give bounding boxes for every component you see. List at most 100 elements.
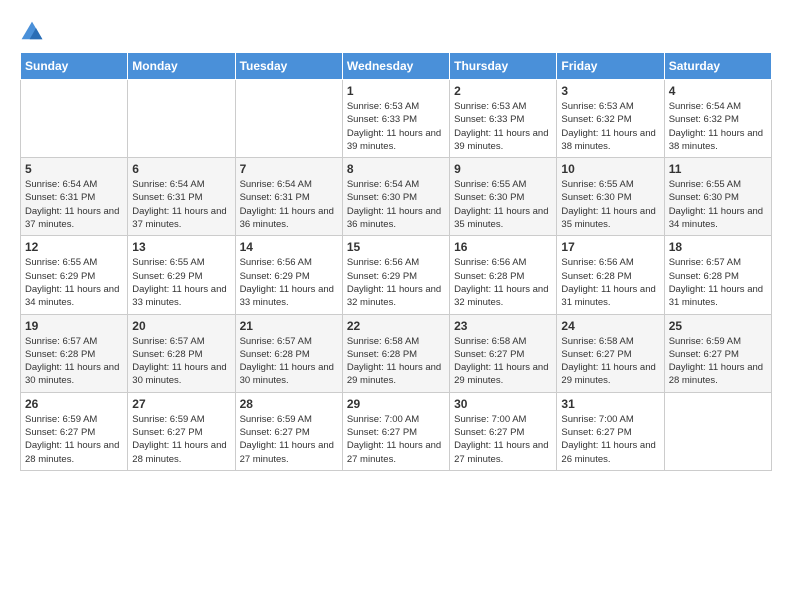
calendar-cell: 28 Sunrise: 6:59 AM Sunset: 6:27 PM Dayli…: [235, 392, 342, 470]
calendar-cell: 30 Sunrise: 7:00 AM Sunset: 6:27 PM Dayli…: [450, 392, 557, 470]
weekday-header-wednesday: Wednesday: [342, 53, 449, 80]
calendar-week-1: 5Sunrise: 6:54 AM Sunset: 6:31 PM Daylig…: [21, 158, 772, 236]
day-info: Sunrise: 6:57 AM Sunset: 6:28 PM Dayligh…: [240, 335, 338, 388]
day-info: Sunrise: 6:54 AM Sunset: 6:31 PM Dayligh…: [240, 178, 338, 231]
day-number: 24: [561, 319, 659, 333]
day-info: Sunrise: 6:58 AM Sunset: 6:28 PM Dayligh…: [347, 335, 445, 388]
weekday-header-thursday: Thursday: [450, 53, 557, 80]
day-number: 17: [561, 240, 659, 254]
calendar-cell: 17 Sunrise: 6:56 AM Sunset: 6:28 PM Dayli…: [557, 236, 664, 314]
day-number: 7: [240, 162, 338, 176]
calendar-cell: 16Sunrise: 6:56 AM Sunset: 6:28 PM Dayli…: [450, 236, 557, 314]
day-info: Sunrise: 6:56 AM Sunset: 6:29 PM Dayligh…: [240, 256, 338, 309]
day-number: 14: [240, 240, 338, 254]
day-number: 6: [132, 162, 230, 176]
weekday-header-row: SundayMondayTuesdayWednesdayThursdayFrid…: [21, 53, 772, 80]
calendar-cell: 22 Sunrise: 6:58 AM Sunset: 6:28 PM Dayli…: [342, 314, 449, 392]
calendar-cell: 31 Sunrise: 7:00 AM Sunset: 6:27 PM Dayli…: [557, 392, 664, 470]
calendar-cell: 5Sunrise: 6:54 AM Sunset: 6:31 PM Daylig…: [21, 158, 128, 236]
calendar-cell: 18Sunrise: 6:57 AM Sunset: 6:28 PM Dayli…: [664, 236, 771, 314]
calendar-week-0: 1 Sunrise: 6:53 AM Sunset: 6:33 PM Daylig…: [21, 80, 772, 158]
day-info: Sunrise: 6:56 AM Sunset: 6:28 PM Dayligh…: [561, 256, 659, 309]
calendar-cell: 25 Sunrise: 6:59 AM Sunset: 6:27 PM Dayli…: [664, 314, 771, 392]
day-info: Sunrise: 6:53 AM Sunset: 6:33 PM Dayligh…: [347, 100, 445, 153]
calendar-cell: 2Sunrise: 6:53 AM Sunset: 6:33 PM Daylig…: [450, 80, 557, 158]
calendar-cell: 14 Sunrise: 6:56 AM Sunset: 6:29 PM Dayli…: [235, 236, 342, 314]
calendar-cell: [128, 80, 235, 158]
day-info: Sunrise: 6:54 AM Sunset: 6:31 PM Dayligh…: [25, 178, 123, 231]
calendar-cell: 6 Sunrise: 6:54 AM Sunset: 6:31 PM Daylig…: [128, 158, 235, 236]
calendar-cell: 9 Sunrise: 6:55 AM Sunset: 6:30 PM Daylig…: [450, 158, 557, 236]
day-number: 9: [454, 162, 552, 176]
calendar-cell: 7 Sunrise: 6:54 AM Sunset: 6:31 PM Daylig…: [235, 158, 342, 236]
calendar-cell: [21, 80, 128, 158]
day-info: Sunrise: 6:58 AM Sunset: 6:27 PM Dayligh…: [561, 335, 659, 388]
day-number: 25: [669, 319, 767, 333]
day-info: Sunrise: 6:55 AM Sunset: 6:30 PM Dayligh…: [561, 178, 659, 231]
day-number: 4: [669, 84, 767, 98]
day-number: 2: [454, 84, 552, 98]
day-number: 30: [454, 397, 552, 411]
calendar-cell: 24 Sunrise: 6:58 AM Sunset: 6:27 PM Dayli…: [557, 314, 664, 392]
calendar-cell: 29 Sunrise: 7:00 AM Sunset: 6:27 PM Dayli…: [342, 392, 449, 470]
logo-icon: [20, 20, 44, 44]
day-info: Sunrise: 6:59 AM Sunset: 6:27 PM Dayligh…: [240, 413, 338, 466]
calendar-cell: 13 Sunrise: 6:55 AM Sunset: 6:29 PM Dayli…: [128, 236, 235, 314]
calendar-cell: 11 Sunrise: 6:55 AM Sunset: 6:30 PM Dayli…: [664, 158, 771, 236]
day-number: 26: [25, 397, 123, 411]
calendar-cell: 1 Sunrise: 6:53 AM Sunset: 6:33 PM Daylig…: [342, 80, 449, 158]
day-number: 15: [347, 240, 445, 254]
day-number: 27: [132, 397, 230, 411]
day-info: Sunrise: 6:54 AM Sunset: 6:32 PM Dayligh…: [669, 100, 767, 153]
calendar-week-3: 19Sunrise: 6:57 AM Sunset: 6:28 PM Dayli…: [21, 314, 772, 392]
day-number: 20: [132, 319, 230, 333]
day-info: Sunrise: 7:00 AM Sunset: 6:27 PM Dayligh…: [454, 413, 552, 466]
calendar-cell: 20 Sunrise: 6:57 AM Sunset: 6:28 PM Dayli…: [128, 314, 235, 392]
day-number: 31: [561, 397, 659, 411]
day-number: 11: [669, 162, 767, 176]
day-number: 16: [454, 240, 552, 254]
day-number: 28: [240, 397, 338, 411]
calendar-cell: 4 Sunrise: 6:54 AM Sunset: 6:32 PM Daylig…: [664, 80, 771, 158]
day-info: Sunrise: 6:53 AM Sunset: 6:32 PM Dayligh…: [561, 100, 659, 153]
day-info: Sunrise: 6:54 AM Sunset: 6:31 PM Dayligh…: [132, 178, 230, 231]
weekday-header-tuesday: Tuesday: [235, 53, 342, 80]
day-info: Sunrise: 6:59 AM Sunset: 6:27 PM Dayligh…: [669, 335, 767, 388]
page-header: [20, 20, 772, 44]
calendar-table: SundayMondayTuesdayWednesdayThursdayFrid…: [20, 52, 772, 471]
day-info: Sunrise: 6:59 AM Sunset: 6:27 PM Dayligh…: [25, 413, 123, 466]
calendar-week-2: 12Sunrise: 6:55 AM Sunset: 6:29 PM Dayli…: [21, 236, 772, 314]
day-number: 1: [347, 84, 445, 98]
calendar-week-4: 26 Sunrise: 6:59 AM Sunset: 6:27 PM Dayli…: [21, 392, 772, 470]
calendar-cell: 23Sunrise: 6:58 AM Sunset: 6:27 PM Dayli…: [450, 314, 557, 392]
day-info: Sunrise: 7:00 AM Sunset: 6:27 PM Dayligh…: [347, 413, 445, 466]
calendar-cell: [235, 80, 342, 158]
calendar-body: 1 Sunrise: 6:53 AM Sunset: 6:33 PM Daylig…: [21, 80, 772, 471]
logo: [20, 20, 48, 44]
day-number: 29: [347, 397, 445, 411]
day-number: 21: [240, 319, 338, 333]
weekday-header-monday: Monday: [128, 53, 235, 80]
day-number: 3: [561, 84, 659, 98]
day-info: Sunrise: 6:55 AM Sunset: 6:29 PM Dayligh…: [25, 256, 123, 309]
day-number: 10: [561, 162, 659, 176]
calendar-cell: [664, 392, 771, 470]
weekday-header-saturday: Saturday: [664, 53, 771, 80]
day-info: Sunrise: 6:55 AM Sunset: 6:29 PM Dayligh…: [132, 256, 230, 309]
calendar-cell: 26 Sunrise: 6:59 AM Sunset: 6:27 PM Dayli…: [21, 392, 128, 470]
calendar-cell: 3 Sunrise: 6:53 AM Sunset: 6:32 PM Daylig…: [557, 80, 664, 158]
day-info: Sunrise: 6:55 AM Sunset: 6:30 PM Dayligh…: [669, 178, 767, 231]
day-number: 22: [347, 319, 445, 333]
day-info: Sunrise: 6:57 AM Sunset: 6:28 PM Dayligh…: [132, 335, 230, 388]
day-number: 23: [454, 319, 552, 333]
day-info: Sunrise: 7:00 AM Sunset: 6:27 PM Dayligh…: [561, 413, 659, 466]
day-number: 13: [132, 240, 230, 254]
calendar-cell: 15Sunrise: 6:56 AM Sunset: 6:29 PM Dayli…: [342, 236, 449, 314]
day-info: Sunrise: 6:55 AM Sunset: 6:30 PM Dayligh…: [454, 178, 552, 231]
day-info: Sunrise: 6:59 AM Sunset: 6:27 PM Dayligh…: [132, 413, 230, 466]
calendar-cell: 8Sunrise: 6:54 AM Sunset: 6:30 PM Daylig…: [342, 158, 449, 236]
calendar-header: SundayMondayTuesdayWednesdayThursdayFrid…: [21, 53, 772, 80]
day-info: Sunrise: 6:57 AM Sunset: 6:28 PM Dayligh…: [25, 335, 123, 388]
calendar-cell: 12Sunrise: 6:55 AM Sunset: 6:29 PM Dayli…: [21, 236, 128, 314]
calendar-cell: 27 Sunrise: 6:59 AM Sunset: 6:27 PM Dayli…: [128, 392, 235, 470]
